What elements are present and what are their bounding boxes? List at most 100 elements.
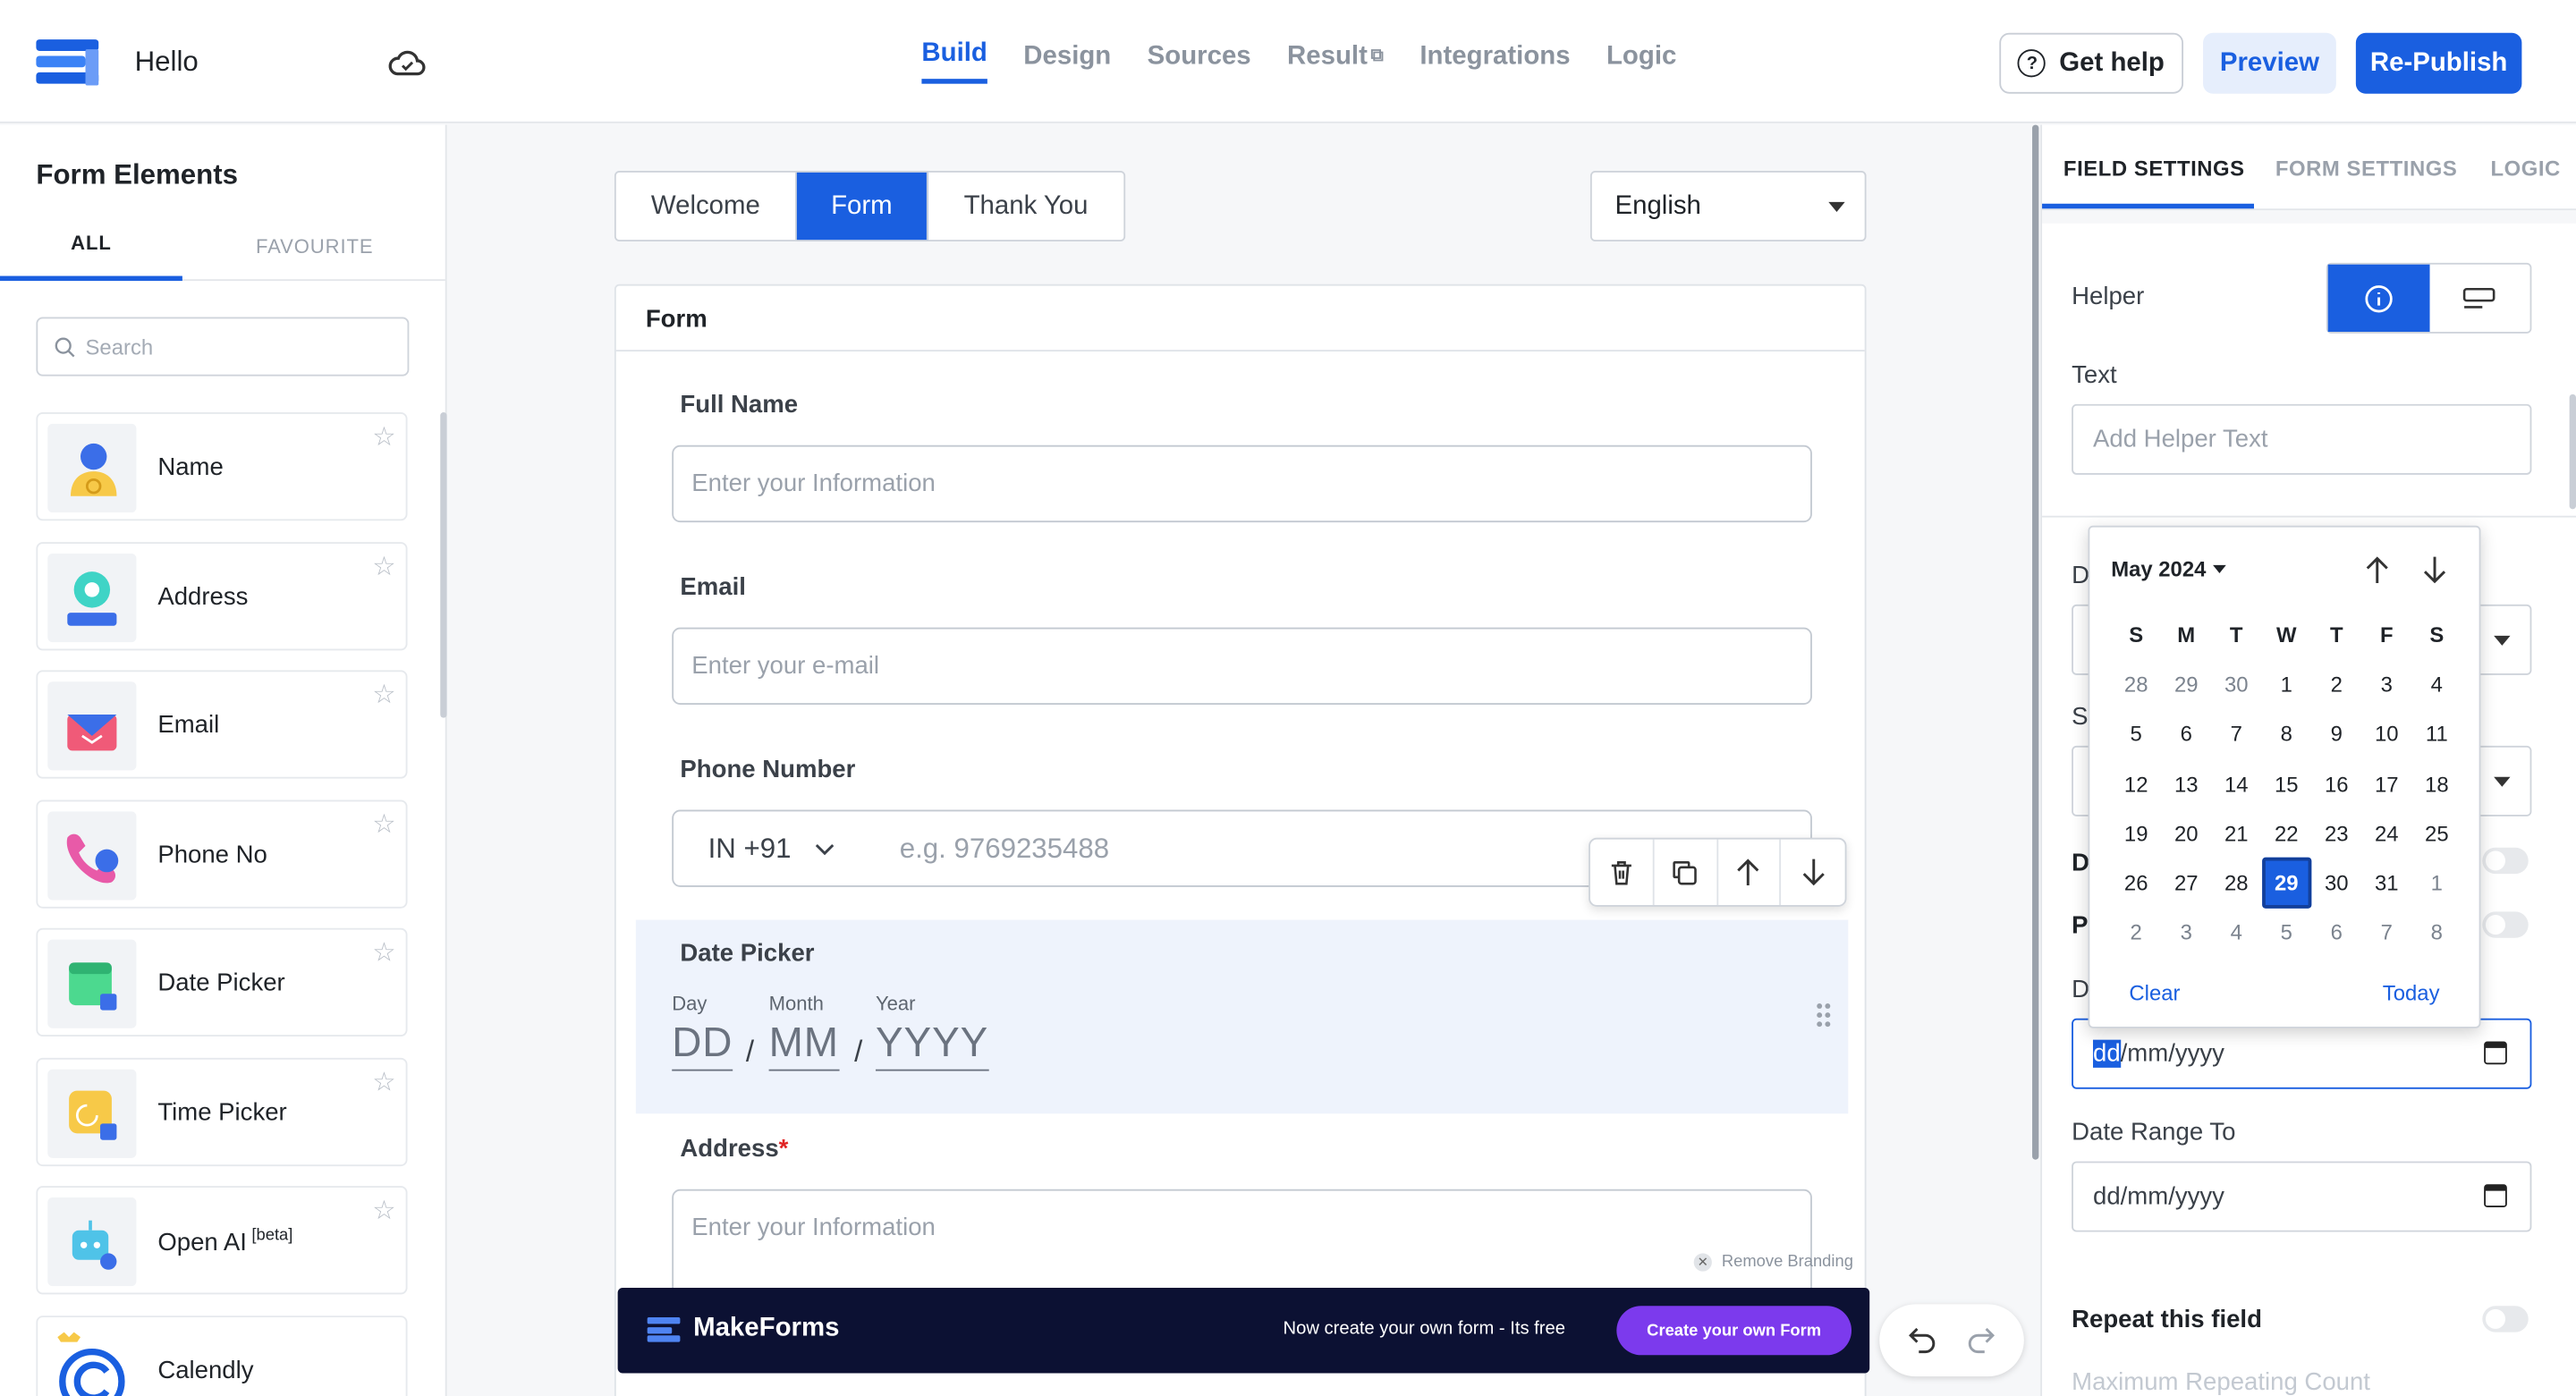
calendar-day[interactable]: 3 <box>2161 908 2211 958</box>
calendar-day[interactable]: 19 <box>2111 808 2161 859</box>
canvas-scrollbar[interactable] <box>2032 124 2039 1160</box>
tab-integrations[interactable]: Integrations <box>1419 39 1570 84</box>
calendar-day[interactable]: 24 <box>2361 808 2411 859</box>
calendar-clear-button[interactable]: Clear <box>2129 981 2180 1006</box>
next-month-button[interactable] <box>2415 550 2454 589</box>
tab-logic[interactable]: Logic <box>1606 39 1676 84</box>
tab-result[interactable]: Result ⧉ <box>1287 39 1384 84</box>
prev-month-button[interactable] <box>2358 550 2397 589</box>
date-range-to-input[interactable]: dd/mm/yyyy <box>2072 1161 2532 1232</box>
star-icon[interactable]: ☆ <box>372 936 395 969</box>
calendar-day[interactable]: 5 <box>2111 709 2161 759</box>
element-calendly[interactable]: Calendly <box>36 1315 408 1396</box>
page-tab-welcome[interactable]: Welcome <box>616 172 797 241</box>
calendar-day[interactable]: 27 <box>2161 859 2211 909</box>
calendar-day[interactable]: 26 <box>2111 859 2161 909</box>
page-tab-form[interactable]: Form <box>796 172 928 241</box>
calendar-day[interactable]: 13 <box>2161 758 2211 808</box>
country-code-select[interactable]: IN +91 <box>708 832 835 865</box>
calendar-day[interactable]: 8 <box>2261 709 2311 759</box>
calendar-day[interactable]: 12 <box>2111 758 2161 808</box>
calendar-day[interactable]: 18 <box>2411 758 2462 808</box>
calendar-day[interactable]: 16 <box>2311 758 2361 808</box>
year-input[interactable]: Year YYYY <box>875 992 989 1071</box>
get-help-button[interactable]: ? Get help <box>1999 32 2184 94</box>
calendar-today-button[interactable]: Today <box>2383 981 2440 1006</box>
calendar-day[interactable]: 15 <box>2261 758 2311 808</box>
remove-branding-link[interactable]: ✕ Remove Branding <box>1693 1253 1853 1272</box>
calendar-day[interactable]: 10 <box>2361 709 2411 759</box>
helper-tooltip-button[interactable] <box>2429 265 2530 332</box>
element-time-picker[interactable]: Time Picker ☆ <box>36 1056 408 1166</box>
calendar-day[interactable]: 5 <box>2261 908 2311 958</box>
date-range-from-input[interactable]: dd/mm/yyyy <box>2072 1018 2532 1089</box>
repeat-field-toggle[interactable] <box>2482 1306 2529 1333</box>
drag-handle-icon[interactable] <box>1816 1002 1832 1028</box>
tab-favourite[interactable]: FAVOURITE <box>224 210 406 281</box>
tab-all[interactable]: ALL <box>0 210 182 282</box>
language-select[interactable]: English <box>1589 171 1867 241</box>
calendar-day[interactable]: 25 <box>2411 808 2462 859</box>
calendar-day[interactable]: 28 <box>2111 659 2161 709</box>
undo-icon[interactable] <box>1907 1327 1936 1354</box>
republish-button[interactable]: Re-Publish <box>2355 32 2522 94</box>
duplicate-field-button[interactable] <box>1654 839 1718 906</box>
tab-sources[interactable]: Sources <box>1148 39 1251 84</box>
move-down-button[interactable] <box>1781 840 1844 905</box>
calendar-day[interactable]: 20 <box>2161 808 2211 859</box>
calendar-day[interactable]: 2 <box>2311 659 2361 709</box>
calendar-day[interactable]: 7 <box>2361 908 2411 958</box>
calendar-day[interactable]: 11 <box>2411 709 2462 759</box>
helper-info-button[interactable] <box>2327 264 2429 333</box>
calendar-day[interactable]: 22 <box>2261 808 2311 859</box>
calendar-day[interactable]: 30 <box>2311 859 2361 909</box>
full-name-input[interactable]: Enter your Information <box>672 444 1812 523</box>
star-icon[interactable]: ☆ <box>372 808 395 841</box>
tab-design[interactable]: Design <box>1023 39 1111 84</box>
month-year-select[interactable]: May 2024 <box>2111 557 2226 581</box>
calendar-day[interactable]: 31 <box>2361 859 2411 909</box>
settings-scrollbar[interactable] <box>2569 393 2576 510</box>
calendar-icon[interactable] <box>2484 1184 2507 1207</box>
tab-form-settings[interactable]: FORM SETTINGS <box>2275 156 2458 181</box>
star-icon[interactable]: ☆ <box>372 1194 395 1227</box>
star-icon[interactable]: ☆ <box>372 1065 395 1098</box>
calendar-day[interactable]: 21 <box>2211 808 2261 859</box>
calendar-day[interactable]: 23 <box>2311 808 2361 859</box>
calendar-day[interactable]: 6 <box>2161 709 2211 759</box>
month-input[interactable]: Month MM <box>768 992 839 1071</box>
helper-text-input[interactable]: Add Helper Text <box>2072 403 2532 475</box>
star-icon[interactable]: ☆ <box>372 679 395 712</box>
delete-field-button[interactable] <box>1590 839 1655 906</box>
calendar-day[interactable]: 9 <box>2311 709 2361 759</box>
left-scrollbar[interactable] <box>440 412 447 718</box>
element-phone[interactable]: Phone No ☆ <box>36 799 408 908</box>
day-input[interactable]: Day DD <box>672 992 733 1071</box>
tab-field-settings[interactable]: FIELD SETTINGS <box>2063 156 2245 181</box>
search-input[interactable] <box>85 334 382 360</box>
element-open-ai[interactable]: Open AI [beta] ☆ <box>36 1186 408 1295</box>
element-name[interactable]: Name ☆ <box>36 412 408 521</box>
calendar-day[interactable]: 14 <box>2211 758 2261 808</box>
page-tab-thank-you[interactable]: Thank You <box>928 173 1124 240</box>
calendar-icon[interactable] <box>2484 1041 2507 1065</box>
calendar-day[interactable]: 4 <box>2211 908 2261 958</box>
calendar-day[interactable]: 28 <box>2211 859 2261 909</box>
setting-toggle-2[interactable] <box>2482 911 2529 938</box>
star-icon[interactable]: ☆ <box>372 420 395 453</box>
calendar-day[interactable]: 3 <box>2361 659 2411 709</box>
element-address[interactable]: Address ☆ <box>36 541 408 650</box>
calendar-day[interactable]: 1 <box>2411 859 2462 909</box>
form-title[interactable]: Hello <box>135 46 199 79</box>
calendar-day[interactable]: 1 <box>2261 659 2311 709</box>
calendar-day[interactable]: 8 <box>2411 908 2462 958</box>
setting-toggle-1[interactable] <box>2482 847 2529 875</box>
redo-icon[interactable] <box>1967 1327 1996 1354</box>
tab-build[interactable]: Build <box>921 39 987 84</box>
calendar-day[interactable]: 2 <box>2111 908 2161 958</box>
date-picker-field[interactable]: Date Picker Day DD / Month MM / Year YYYY <box>635 919 1849 1114</box>
calendar-day[interactable]: 4 <box>2411 659 2462 709</box>
calendar-day[interactable]: 29 <box>2161 659 2211 709</box>
move-up-button[interactable] <box>1717 839 1782 906</box>
calendar-day[interactable]: 7 <box>2211 709 2261 759</box>
